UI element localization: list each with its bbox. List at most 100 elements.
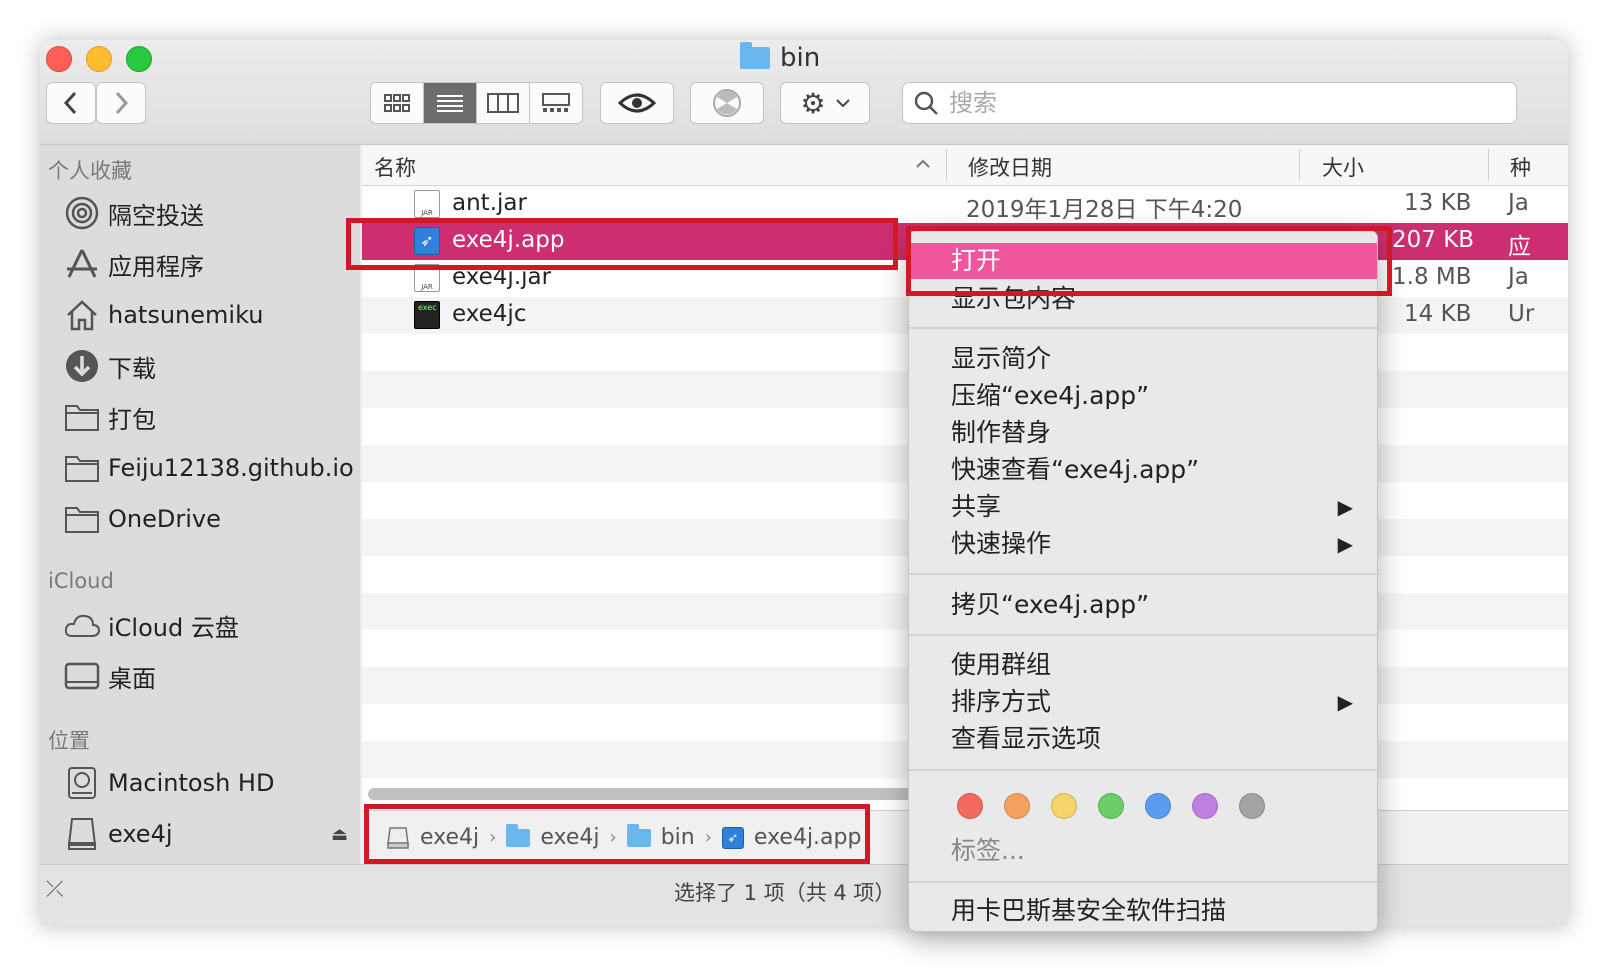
status-text: 选择了 1 项（共 4 项） — [674, 881, 896, 905]
path-item[interactable]: exe4j.app — [754, 825, 862, 850]
sidebar-item-dabao[interactable]: 打包 — [64, 397, 156, 437]
menu-item-show-package[interactable]: 显示包内容 — [909, 281, 1377, 317]
menu-item-compress[interactable]: 压缩“exe4j.app” — [909, 378, 1377, 414]
folder-icon — [506, 823, 531, 847]
sidebar-section-favorites: 个人收藏 — [48, 159, 132, 183]
search-icon — [914, 91, 938, 115]
gallery-icon — [542, 93, 570, 112]
sidebar-item-downloads[interactable]: 下载 — [64, 346, 156, 386]
gallery-view-button[interactable] — [530, 83, 582, 123]
sidebar-item-macintosh-hd[interactable]: Macintosh HD — [64, 763, 274, 803]
folder-icon — [64, 399, 100, 435]
file-row[interactable]: JAR ant.jar 2019年1月28日 下午4:20 13 KB Ja — [362, 186, 1568, 223]
tag-color-dot[interactable] — [1239, 793, 1265, 819]
menu-item-use-groups[interactable]: 使用群组 — [909, 647, 1377, 683]
view-mode-selector — [370, 82, 583, 124]
window-title: bin — [740, 42, 820, 74]
chevron-left-icon — [63, 91, 77, 115]
menu-item-copy[interactable]: 拷贝“exe4j.app” — [909, 587, 1377, 623]
folder-icon — [64, 501, 100, 537]
sidebar-item-desktop[interactable]: 桌面 — [64, 656, 156, 696]
menu-item-get-info[interactable]: 显示简介 — [909, 341, 1377, 377]
minimize-button[interactable] — [86, 46, 112, 72]
forward-button[interactable] — [96, 82, 146, 124]
burn-button[interactable] — [690, 82, 764, 124]
folder-icon — [64, 450, 100, 486]
close-button[interactable] — [46, 46, 72, 72]
hard-disk-icon — [64, 765, 100, 801]
sidebar-item-onedrive[interactable]: OneDrive — [64, 499, 221, 539]
grid-icon — [384, 94, 410, 112]
downloads-icon — [64, 348, 100, 384]
submenu-arrow-icon: ▶ — [1337, 495, 1353, 519]
menu-item-sort-by[interactable]: 排序方式 ▶ — [909, 684, 1377, 720]
tag-color-dot[interactable] — [1098, 793, 1124, 819]
sidebar-item-home[interactable]: hatsunemiku — [64, 295, 263, 335]
desktop-icon — [64, 658, 100, 694]
columns-icon — [487, 93, 519, 113]
tag-color-dot[interactable] — [1004, 793, 1030, 819]
gear-icon: ⚙ — [800, 86, 826, 120]
menu-item-open[interactable]: 打开 — [909, 243, 1377, 279]
back-button[interactable] — [46, 82, 96, 124]
airdrop-icon — [64, 195, 100, 231]
collapse-icon[interactable]: ⤫ — [46, 877, 64, 902]
list-view-button[interactable] — [424, 83, 477, 123]
menu-item-quick-actions[interactable]: 快速操作 ▶ — [909, 526, 1377, 562]
menu-separator — [909, 327, 1377, 329]
column-view-button[interactable] — [477, 83, 530, 123]
quick-look-button[interactable] — [600, 82, 674, 124]
path-item[interactable]: bin — [661, 825, 695, 850]
path-item[interactable]: exe4j — [420, 825, 479, 850]
toolbar: bin ⚙ 搜索 — [40, 40, 1568, 145]
folder-icon — [740, 42, 770, 69]
tag-color-dot[interactable] — [1145, 793, 1171, 819]
icon-view-button[interactable] — [371, 83, 424, 123]
sidebar-item-icloud-drive[interactable]: iCloud 云盘 — [64, 605, 239, 645]
cloud-icon — [64, 607, 100, 643]
menu-separator — [909, 881, 1377, 883]
column-size[interactable]: 大小 — [1322, 152, 1364, 182]
terminal-icon: exec — [414, 301, 440, 329]
menu-separator — [909, 769, 1377, 771]
menu-item-share[interactable]: 共享 ▶ — [909, 489, 1377, 525]
action-menu-button[interactable]: ⚙ — [780, 82, 870, 124]
menu-separator — [909, 573, 1377, 575]
tag-color-dot[interactable] — [1192, 793, 1218, 819]
menu-item-quick-look[interactable]: 快速查看“exe4j.app” — [909, 452, 1377, 488]
column-name[interactable]: 名称 — [374, 152, 416, 182]
eject-icon[interactable]: ⏏ — [331, 824, 348, 845]
menu-item-view-options[interactable]: 查看显示选项 — [909, 721, 1377, 757]
column-headers: 名称 修改日期 大小 种 — [362, 145, 1568, 186]
sidebar-section-icloud: iCloud — [48, 569, 114, 593]
tag-color-dot[interactable] — [957, 793, 983, 819]
sidebar-item-exe4j[interactable]: exe4j ⏏ — [64, 814, 364, 854]
sidebar-item-applications[interactable]: 应用程序 — [64, 244, 204, 284]
search-field[interactable] — [902, 82, 1517, 124]
path-separator-icon: › — [704, 827, 712, 848]
menu-item-kaspersky-scan[interactable]: 用卡巴斯基安全软件扫描 — [909, 893, 1377, 929]
menu-separator — [909, 634, 1377, 636]
sidebar: 个人收藏 隔空投送 应用程序 hatsunemiku 下载 打包 Feiju12… — [40, 145, 360, 864]
submenu-arrow-icon: ▶ — [1337, 690, 1353, 714]
search-input[interactable] — [947, 88, 1451, 118]
sidebar-item-github-io[interactable]: Feiju12138.github.io — [64, 448, 354, 488]
disk-icon — [64, 816, 100, 852]
submenu-arrow-icon: ▶ — [1337, 532, 1353, 556]
folder-icon — [626, 823, 651, 847]
path-item[interactable]: exe4j — [540, 825, 599, 850]
zoom-button[interactable] — [126, 46, 152, 72]
chevron-down-icon — [835, 99, 850, 108]
app-icon: ➶ — [414, 227, 440, 255]
menu-item-make-alias[interactable]: 制作替身 — [909, 415, 1377, 451]
jar-file-icon: JAR — [414, 190, 440, 218]
sort-ascending-icon — [916, 159, 930, 168]
menu-item-tags[interactable]: 标签... — [909, 833, 1377, 869]
tag-color-dot[interactable] — [1051, 793, 1077, 819]
sidebar-item-airdrop[interactable]: 隔空投送 — [64, 193, 204, 233]
column-date[interactable]: 修改日期 — [968, 152, 1052, 182]
column-kind[interactable]: 种 — [1510, 152, 1531, 182]
context-menu: 打开 显示包内容 显示简介 压缩“exe4j.app” 制作替身 快速查看“ex… — [908, 230, 1378, 932]
horizontal-scrollbar[interactable] — [368, 788, 968, 800]
list-icon — [437, 95, 463, 112]
